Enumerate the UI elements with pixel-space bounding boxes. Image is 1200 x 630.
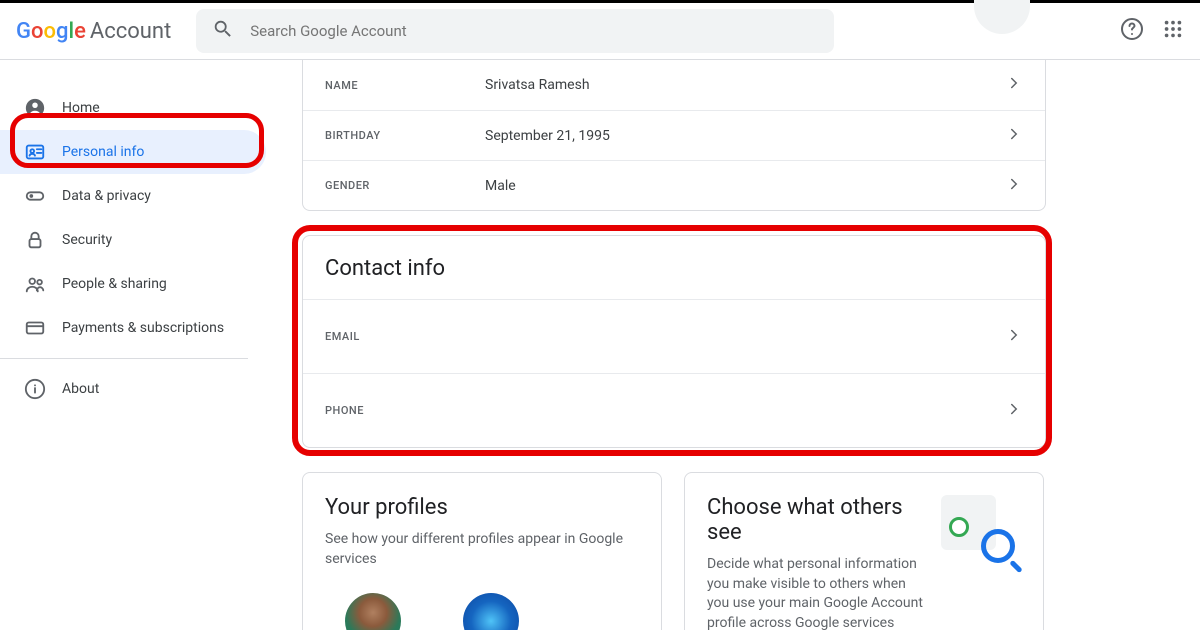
others-title: Choose what others see [707, 495, 927, 545]
card-icon [24, 317, 46, 339]
row-value: Srivatsa Ramesh [485, 77, 1005, 93]
row-label: NAME [325, 79, 485, 92]
your-profiles-card[interactable]: Your profiles See how your different pro… [302, 472, 662, 630]
main-content: NAME Srivatsa Ramesh BIRTHDAY September … [280, 60, 1200, 630]
sidebar-item-label: Home [62, 100, 100, 116]
row-gender[interactable]: GENDER Male [303, 160, 1045, 210]
others-desc: Decide what personal information you mak… [707, 555, 927, 630]
search-input[interactable] [250, 22, 818, 40]
sidebar-item-home[interactable]: Home [0, 86, 266, 130]
apps-grid-icon[interactable] [1162, 18, 1184, 44]
chevron-right-icon [1005, 74, 1023, 96]
profiles-desc: See how your different profiles appear i… [325, 530, 639, 569]
sidebar-item-label: Security [62, 232, 112, 248]
sidebar-item-about[interactable]: About [0, 367, 266, 411]
sidebar-item-payments[interactable]: Payments & subscriptions [0, 306, 266, 350]
help-icon[interactable] [1120, 17, 1144, 45]
user-circle-icon [24, 97, 46, 119]
chevron-right-icon [1005, 400, 1023, 422]
row-name[interactable]: NAME Srivatsa Ramesh [303, 60, 1045, 110]
sidebar-item-data-privacy[interactable]: Data & privacy [0, 174, 266, 218]
profile-avatar-2 [463, 593, 519, 630]
search-box[interactable] [196, 9, 834, 53]
sidebar-item-label: Payments & subscriptions [62, 320, 224, 336]
sidebar: Home Personal info Data & privacy Securi… [0, 60, 280, 630]
row-email[interactable]: EMAIL [303, 299, 1045, 373]
sidebar-item-label: People & sharing [62, 276, 167, 292]
id-card-icon [24, 141, 46, 163]
row-label: PHONE [325, 404, 485, 417]
chevron-right-icon [1005, 125, 1023, 147]
row-value: September 21, 1995 [485, 128, 1005, 144]
contact-info-title: Contact info [303, 236, 1045, 299]
profile-avatar-1 [345, 593, 401, 630]
profiles-title: Your profiles [325, 495, 639, 520]
people-icon [24, 273, 46, 295]
sidebar-item-people-sharing[interactable]: People & sharing [0, 262, 266, 306]
lock-icon [24, 229, 46, 251]
logo[interactable]: Google Account [16, 19, 171, 44]
choose-others-see-card[interactable]: Choose what others see Decide what perso… [684, 472, 1044, 630]
row-label: EMAIL [325, 330, 485, 343]
row-birthday[interactable]: BIRTHDAY September 21, 1995 [303, 110, 1045, 160]
google-logo: Google [16, 19, 86, 44]
sidebar-item-personal-info[interactable]: Personal info [0, 130, 266, 174]
chevron-right-icon [1005, 175, 1023, 197]
sidebar-item-label: About [62, 381, 99, 397]
sidebar-item-security[interactable]: Security [0, 218, 266, 262]
illustration-privacy [941, 495, 1021, 575]
product-name: Account [90, 19, 171, 44]
contact-info-card: Contact info EMAIL PHONE [302, 235, 1046, 448]
sidebar-item-label: Personal info [62, 144, 144, 160]
row-label: GENDER [325, 179, 485, 192]
row-label: BIRTHDAY [325, 129, 485, 142]
search-icon [212, 18, 234, 44]
row-phone[interactable]: PHONE [303, 373, 1045, 447]
info-icon [24, 378, 46, 400]
toggle-icon [24, 185, 46, 207]
chevron-right-icon [1005, 326, 1023, 348]
divider [0, 358, 248, 359]
row-value: Male [485, 178, 1005, 194]
sidebar-item-label: Data & privacy [62, 188, 151, 204]
basic-info-card: NAME Srivatsa Ramesh BIRTHDAY September … [302, 60, 1046, 211]
